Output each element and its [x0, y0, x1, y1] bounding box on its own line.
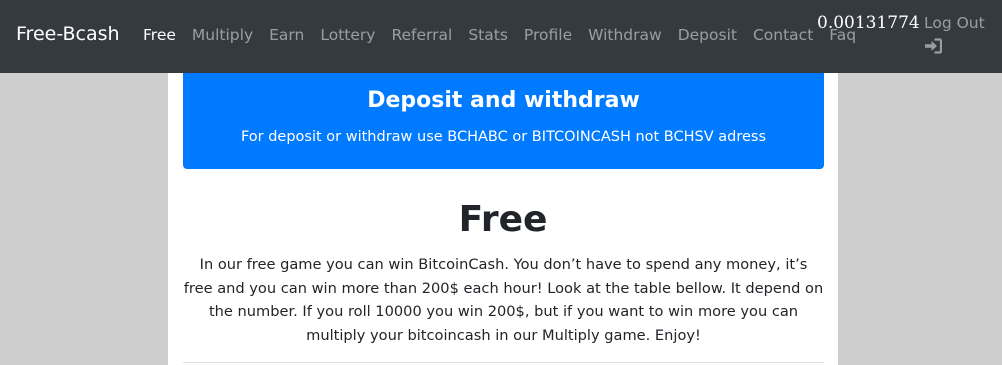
logout-link[interactable]: Log Out — [924, 12, 985, 34]
nav-links: Free Multiply Earn Lottery Referral Stat… — [135, 24, 864, 46]
nav-link-multiply[interactable]: Multiply — [184, 24, 261, 46]
nav-link-withdraw[interactable]: Withdraw — [580, 24, 670, 46]
sign-in-icon[interactable] — [924, 38, 942, 54]
alert-text: For deposit or withdraw use BCHABC or BI… — [240, 129, 767, 145]
page-title: Free — [458, 199, 548, 240]
nav-link-deposit[interactable]: Deposit — [670, 24, 745, 46]
nav-link-referral[interactable]: Referral — [383, 24, 460, 46]
nav-link-free[interactable]: Free — [135, 24, 184, 46]
divider — [183, 362, 824, 363]
deposit-withdraw-alert: Deposit and withdraw For deposit or with… — [183, 73, 824, 169]
free-description: In our free game you can win BitcoinCash… — [183, 256, 824, 344]
nav-link-earn[interactable]: Earn — [261, 24, 312, 46]
brand-logo[interactable]: Free-Bcash — [16, 22, 120, 46]
alert-title: Deposit and withdraw — [367, 88, 640, 113]
balance-display: 0.00131774 — [817, 13, 920, 33]
nav-link-contact[interactable]: Contact — [745, 24, 821, 46]
nav-link-profile[interactable]: Profile — [516, 24, 580, 46]
nav-link-stats[interactable]: Stats — [460, 24, 516, 46]
top-navbar: Free-Bcash Free Multiply Earn Lottery Re… — [0, 0, 1002, 73]
nav-link-lottery[interactable]: Lottery — [312, 24, 383, 46]
main-container: Deposit and withdraw For deposit or with… — [168, 73, 838, 365]
